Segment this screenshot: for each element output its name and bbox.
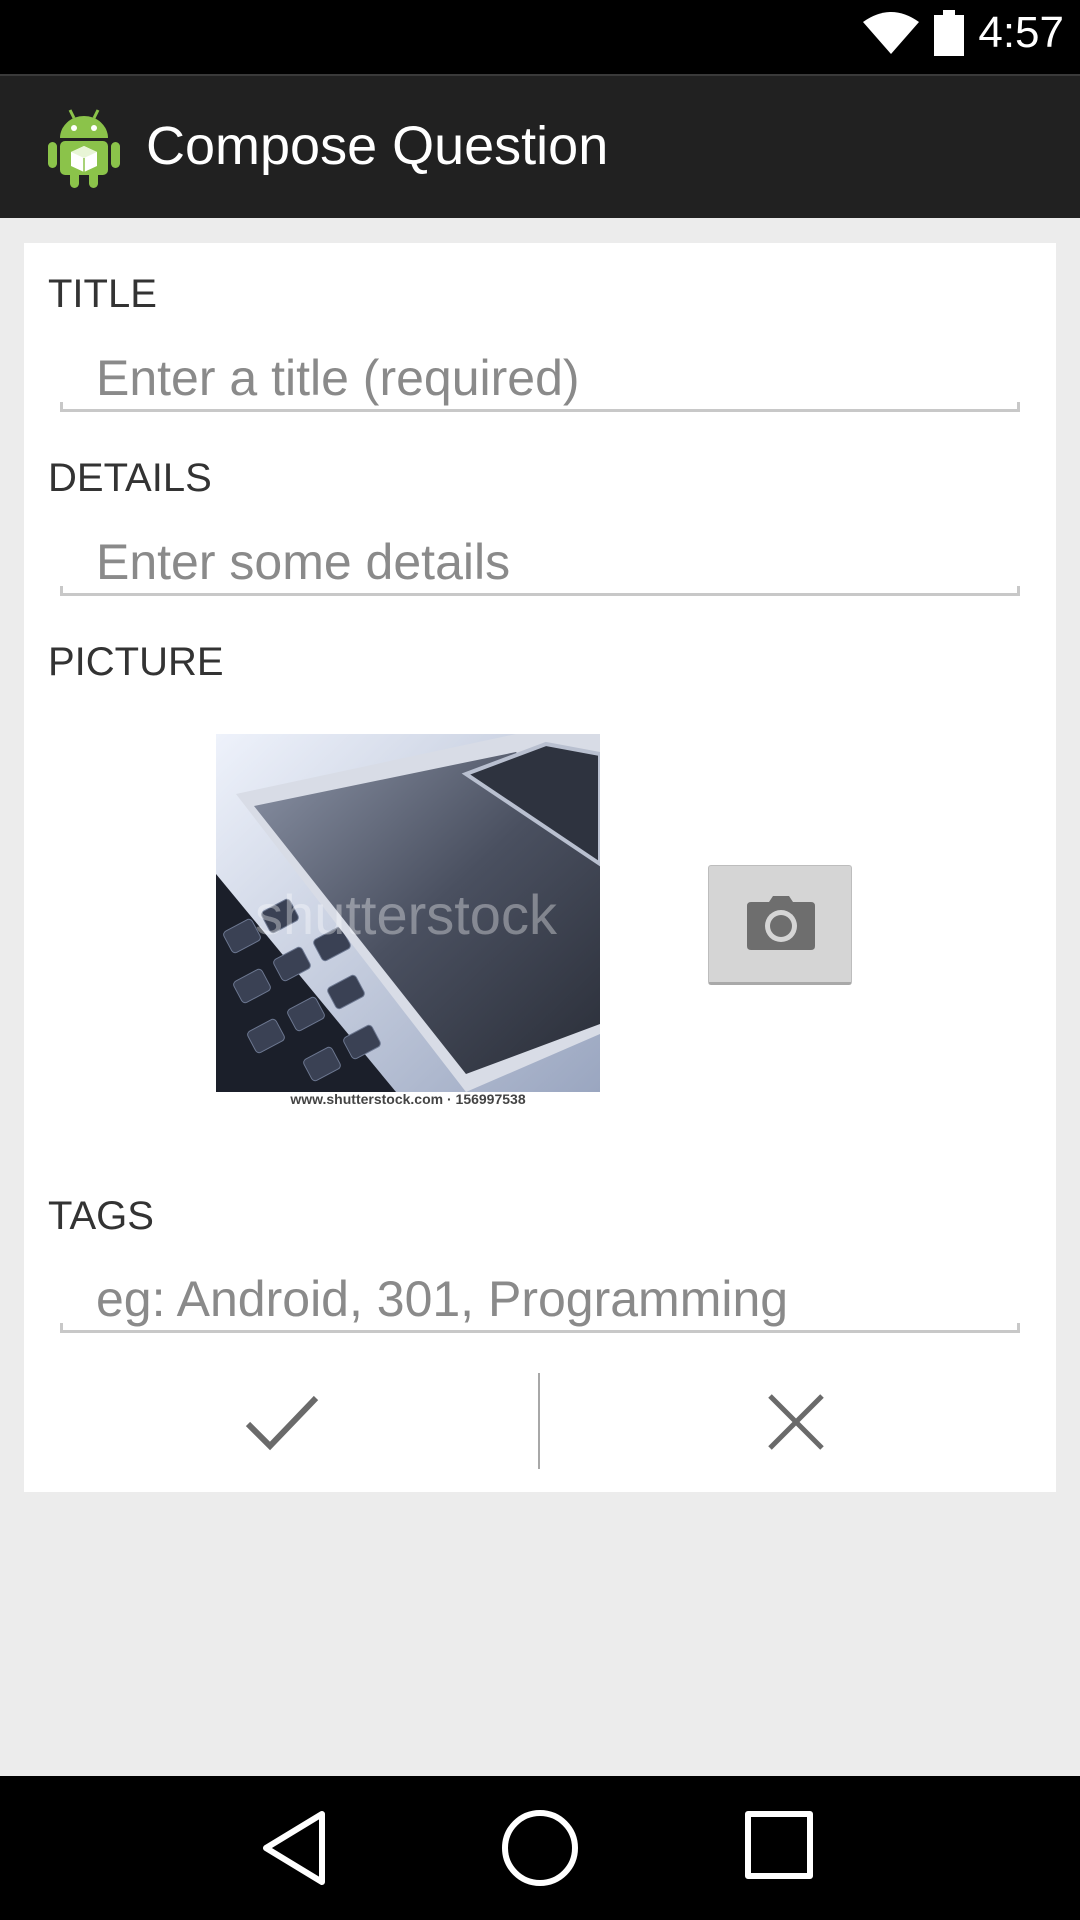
- tags-input[interactable]: [96, 1269, 996, 1329]
- recents-icon[interactable]: [744, 1810, 814, 1880]
- page-title: Compose Question: [146, 116, 609, 176]
- navigation-bar: [0, 1776, 1080, 1920]
- wifi-icon: [863, 12, 919, 54]
- details-label: DETAILS: [48, 456, 212, 500]
- accept-button[interactable]: [60, 1370, 540, 1474]
- picture-preview[interactable]: shutterstock: [216, 734, 600, 1116]
- picture-label: PICTURE: [48, 640, 224, 684]
- picture-watermark: shutterstock: [255, 883, 558, 946]
- action-bar: Compose Question: [0, 74, 1080, 218]
- title-field: [60, 348, 1020, 412]
- status-bar: 4:57: [0, 0, 1080, 74]
- compose-form-card: TITLE DETAILS PICTURE: [24, 243, 1056, 1492]
- camera-icon: [747, 896, 815, 950]
- tags-field: [60, 1269, 1020, 1333]
- title-label: TITLE: [48, 272, 157, 316]
- back-icon[interactable]: [260, 1810, 330, 1886]
- cancel-button[interactable]: [540, 1370, 1020, 1474]
- picture-caption: www.shutterstock.com · 156997538: [290, 1091, 526, 1107]
- details-input[interactable]: [96, 532, 996, 592]
- android-app-icon[interactable]: [46, 104, 122, 190]
- status-time: 4:57: [978, 8, 1064, 57]
- tags-label: TAGS: [48, 1194, 154, 1238]
- home-icon[interactable]: [500, 1808, 580, 1888]
- take-picture-button[interactable]: [708, 865, 852, 985]
- check-icon: [245, 1395, 319, 1451]
- title-input[interactable]: [96, 348, 996, 408]
- details-field: [60, 532, 1020, 596]
- close-icon: [768, 1394, 824, 1450]
- battery-icon: [934, 10, 964, 56]
